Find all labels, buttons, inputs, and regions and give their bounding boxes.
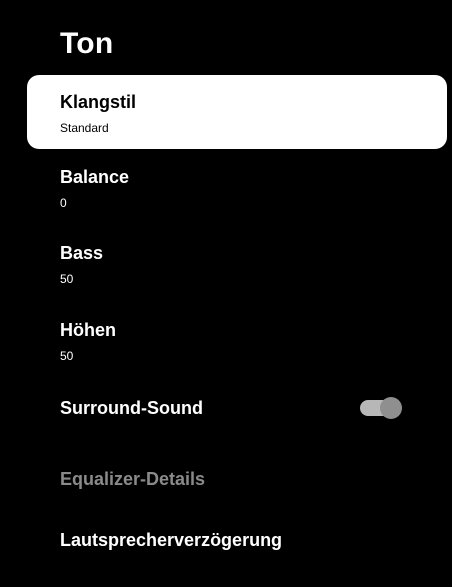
tv-settings-screen: Ton Klangstil Standard Balance 0 Bass 50… xyxy=(0,0,452,587)
menu-item-label: Balance xyxy=(60,167,130,187)
menu-item-label: Bass xyxy=(60,243,104,263)
menu-item-label: Equalizer-Details xyxy=(60,469,206,489)
menu-item-equalizer-details: Equalizer-Details xyxy=(27,469,447,499)
menu-item-value: 50 xyxy=(60,272,74,286)
menu-item-value: 50 xyxy=(60,349,74,363)
toggle-knob xyxy=(380,397,402,419)
page-title: Ton xyxy=(60,27,114,60)
menu-item-value: Standard xyxy=(60,121,109,135)
menu-item-bass[interactable]: Bass 50 xyxy=(27,243,447,295)
menu-item-lautsprecherverzoegerung[interactable]: Lautsprecherverzögerung xyxy=(27,530,447,560)
menu-item-balance[interactable]: Balance 0 xyxy=(27,167,447,219)
menu-item-klangstil[interactable]: Klangstil Standard xyxy=(27,75,447,149)
menu-item-value: 0 xyxy=(60,196,67,210)
menu-item-label: Klangstil xyxy=(60,92,137,112)
menu-item-label: Lautsprecherverzögerung xyxy=(60,530,283,550)
menu-item-label: Höhen xyxy=(60,320,116,340)
surround-sound-toggle[interactable] xyxy=(360,397,402,419)
menu-item-hoehen[interactable]: Höhen 50 xyxy=(27,320,447,372)
